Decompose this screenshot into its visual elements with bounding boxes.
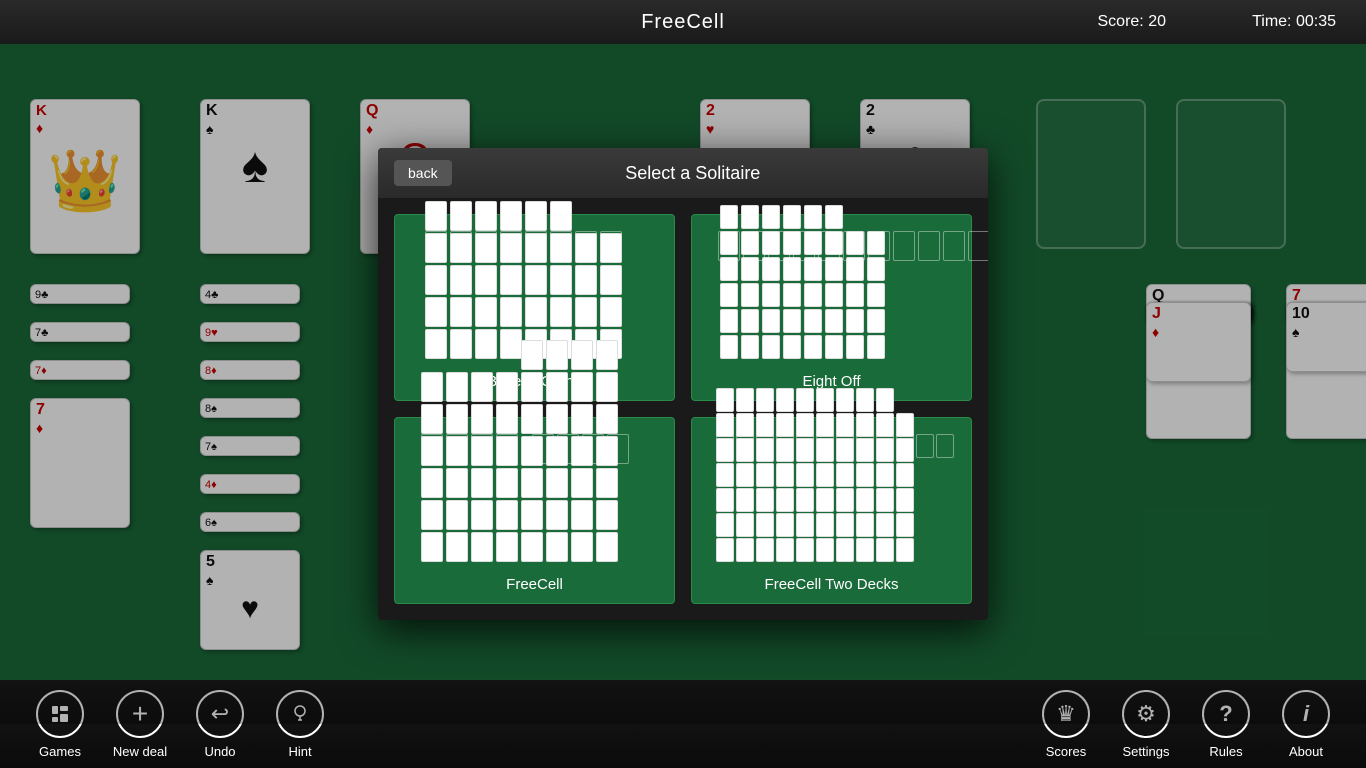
rules-label: Rules: [1209, 744, 1242, 759]
eight-off-preview: [712, 225, 952, 365]
modal-body: Baker's Game: [378, 198, 988, 620]
header: FreeCell Score: 20 Time: 00:35: [0, 0, 1366, 44]
settings-label: Settings: [1123, 744, 1170, 759]
modal-overlay: back Select a Solitaire: [0, 44, 1366, 724]
score-display: Score: 20: [1098, 13, 1167, 31]
undo-label: Undo: [204, 744, 235, 759]
modal-header: back Select a Solitaire: [378, 148, 988, 198]
freecell-preview: [415, 428, 655, 568]
scores-label: Scores: [1046, 744, 1086, 759]
games-label: Games: [39, 744, 81, 759]
game-option-freecell-two-decks[interactable]: FreeCell Two Decks: [691, 417, 972, 604]
time-label: Time:: [1252, 13, 1291, 30]
freecell-two-decks-label: FreeCell Two Decks: [765, 576, 899, 593]
time-value: 00:35: [1296, 13, 1336, 30]
hint-label: Hint: [288, 744, 311, 759]
time-display: Time: 00:35: [1252, 13, 1336, 31]
about-label: About: [1289, 744, 1323, 759]
back-button[interactable]: back: [394, 160, 452, 186]
new-deal-label: New deal: [113, 744, 167, 759]
score-value: 20: [1148, 13, 1166, 30]
freecell-label: FreeCell: [506, 576, 563, 593]
game-table: K ♦ 👑 K ♠ ♠ 2 ♥ ♥ 2 ♣ ♣ Q ♦ Q 9♣ 7♣ 7♦: [0, 44, 1366, 724]
game-option-freecell[interactable]: FreeCell: [394, 417, 675, 604]
modal-title: Select a Solitaire: [464, 163, 972, 184]
score-label: Score:: [1098, 13, 1144, 30]
select-solitaire-modal: back Select a Solitaire: [378, 148, 988, 620]
app-title: FreeCell: [641, 11, 725, 34]
freecell-two-decks-preview: [712, 428, 952, 568]
game-option-eight-off[interactable]: Eight Off: [691, 214, 972, 401]
